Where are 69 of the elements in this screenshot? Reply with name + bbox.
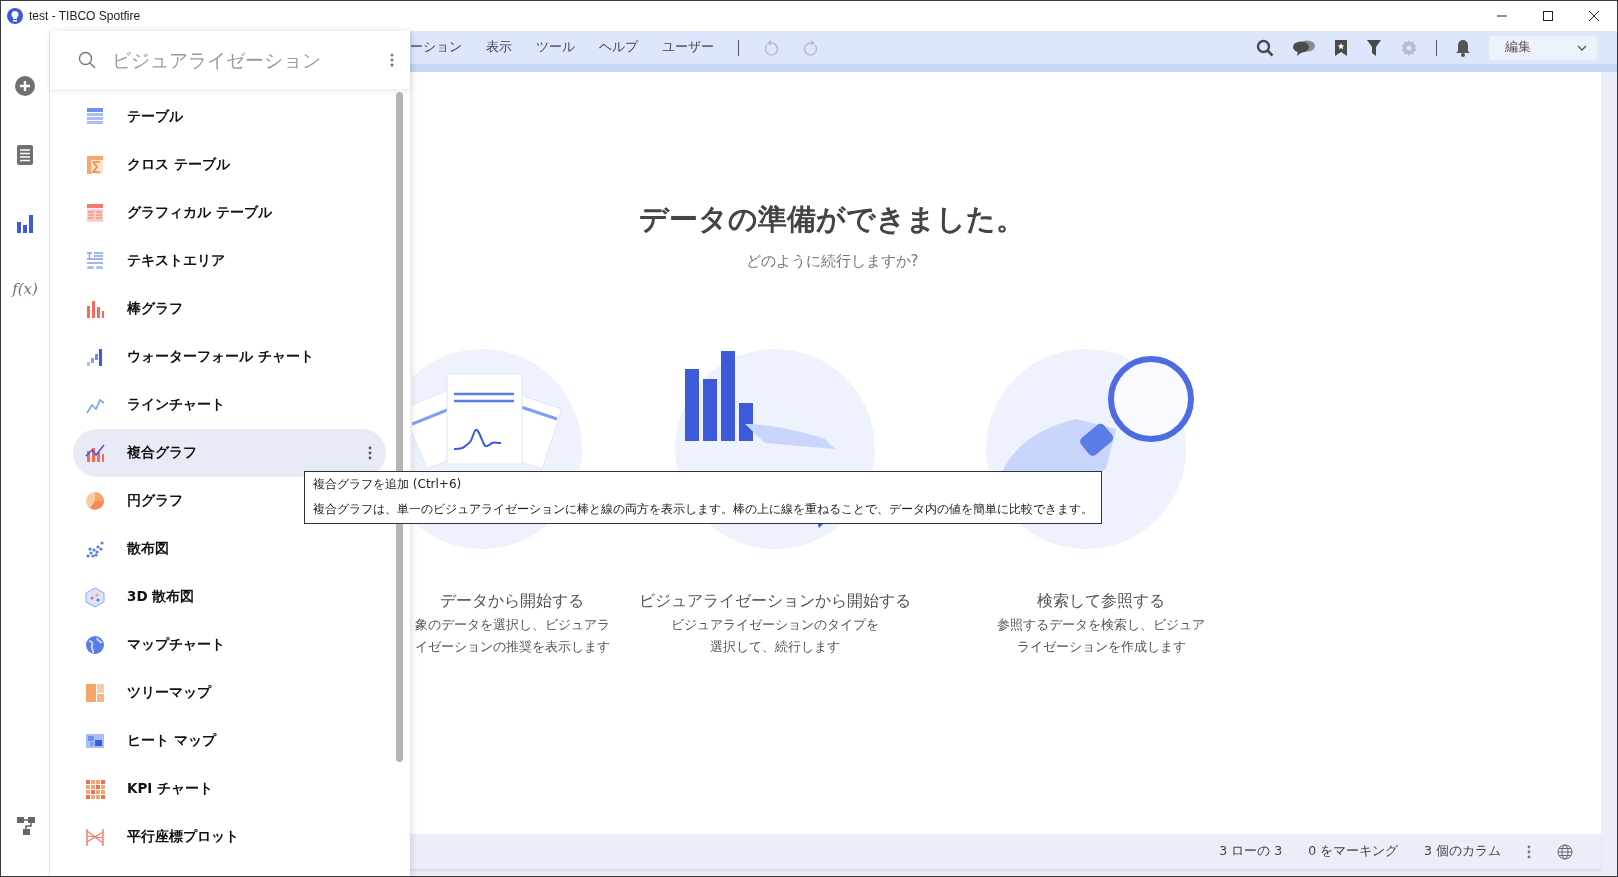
visualization-item[interactable]: グラフィカル テーブル bbox=[73, 189, 386, 237]
speech-bubbles-icon[interactable] bbox=[1292, 38, 1316, 57]
status-text: 3 個のカラム bbox=[1424, 843, 1501, 860]
option-description: 参照するデータを検索し、ビジュア bbox=[997, 617, 1205, 634]
menu-item[interactable]: 表示 bbox=[474, 39, 524, 56]
mode-dropdown[interactable]: 編集 bbox=[1489, 35, 1597, 60]
app-logo-icon bbox=[7, 8, 23, 24]
option-description: ライゼーションを作成します bbox=[1016, 639, 1186, 656]
option-title[interactable]: ビジュアライゼーションから開始する bbox=[639, 591, 911, 612]
function-button[interactable]: f(x) bbox=[12, 280, 38, 298]
filter-icon[interactable] bbox=[1366, 38, 1382, 57]
search-field[interactable]: ビジュアライゼーション bbox=[78, 48, 329, 72]
visualization-item[interactable]: 3D 散布図 bbox=[73, 573, 386, 621]
sigma-table-icon bbox=[84, 154, 106, 176]
visualization-item[interactable]: 棒グラフ bbox=[73, 285, 386, 333]
text-lines-icon bbox=[84, 250, 106, 272]
globe-icon[interactable] bbox=[1557, 843, 1573, 860]
visualization-item[interactable]: テキストエリア bbox=[73, 237, 386, 285]
visualization-item[interactable]: 平行座標プロット bbox=[73, 813, 386, 861]
window-title: test - TIBCO Spotfire bbox=[29, 9, 141, 23]
more-icon[interactable] bbox=[368, 446, 372, 460]
treemap-icon bbox=[84, 682, 106, 704]
cube-scatter-icon bbox=[84, 586, 106, 608]
tooltip-title: 複合グラフを追加 (Ctrl+6) bbox=[313, 477, 462, 492]
option-description: 象のデータを選択し、ビジュアラ bbox=[414, 617, 610, 634]
menu-item[interactable]: ユーザー bbox=[650, 39, 726, 56]
bar-chart-icon[interactable] bbox=[16, 213, 34, 233]
pie-chart-icon bbox=[84, 490, 106, 512]
visualization-item[interactable]: テーブル bbox=[73, 93, 386, 141]
visualization-item[interactable]: クロス テーブル bbox=[73, 141, 386, 189]
option-title[interactable]: 検索して参照する bbox=[1037, 591, 1165, 612]
visualization-item[interactable]: 散布図 bbox=[73, 525, 386, 573]
visualization-item[interactable]: KPI チャート bbox=[73, 765, 386, 813]
search-icon[interactable] bbox=[1256, 38, 1274, 57]
tooltip-text: 複合グラフは、単一のビジュアライゼーションに棒と線の両方を表示します。棒の上に線を重ねることで、データ内の値を簡単に比較できます。 bbox=[313, 502, 1093, 517]
document-icon[interactable] bbox=[16, 144, 34, 166]
option-title[interactable]: データから開始する bbox=[440, 591, 584, 612]
globe-icon bbox=[84, 634, 106, 656]
more-icon[interactable] bbox=[1527, 844, 1531, 859]
search-icon bbox=[78, 51, 96, 69]
flow-diagram-icon[interactable] bbox=[16, 816, 36, 836]
combo-chart-icon bbox=[84, 442, 106, 464]
menu-item[interactable]: ーション bbox=[410, 39, 474, 56]
status-text: 3 ローの 3 bbox=[1219, 843, 1283, 860]
heading: データの準備ができました。 bbox=[639, 201, 1025, 238]
option-description: 選択して、続行します bbox=[710, 639, 840, 656]
close-icon[interactable] bbox=[1589, 11, 1599, 21]
add-icon[interactable] bbox=[14, 75, 36, 97]
graphical-table-icon bbox=[84, 202, 106, 224]
status-text: 0 をマーキング bbox=[1308, 843, 1399, 860]
menu-item[interactable]: ツール bbox=[524, 39, 587, 56]
maximize-icon[interactable] bbox=[1543, 11, 1553, 21]
bell-icon[interactable] bbox=[1455, 38, 1471, 57]
visualization-item[interactable]: マップチャート bbox=[73, 621, 386, 669]
kpi-grid-icon bbox=[84, 778, 106, 800]
bar-chart-icon bbox=[84, 298, 106, 320]
visualization-item[interactable]: ラインチャート bbox=[73, 381, 386, 429]
subheading: どのように続行しますか? bbox=[745, 252, 919, 271]
parallel-lines-icon bbox=[84, 826, 106, 848]
visualization-item[interactable]: ウォーターフォール チャート bbox=[73, 333, 386, 381]
more-icon[interactable] bbox=[390, 53, 394, 67]
visualization-item[interactable]: ツリーマップ bbox=[73, 669, 386, 717]
option-description: イゼーションの推奨を表示します bbox=[414, 639, 610, 656]
bookmark-icon[interactable] bbox=[1334, 38, 1348, 57]
menu-item[interactable]: ヘルプ bbox=[587, 39, 650, 56]
option-description: ビジュアライゼーションのタイプを bbox=[671, 617, 879, 634]
chevron-down-icon bbox=[1577, 44, 1587, 51]
visualization-item[interactable]: 複合グラフ bbox=[73, 429, 386, 477]
visualization-item[interactable]: ヒート マップ bbox=[73, 717, 386, 765]
